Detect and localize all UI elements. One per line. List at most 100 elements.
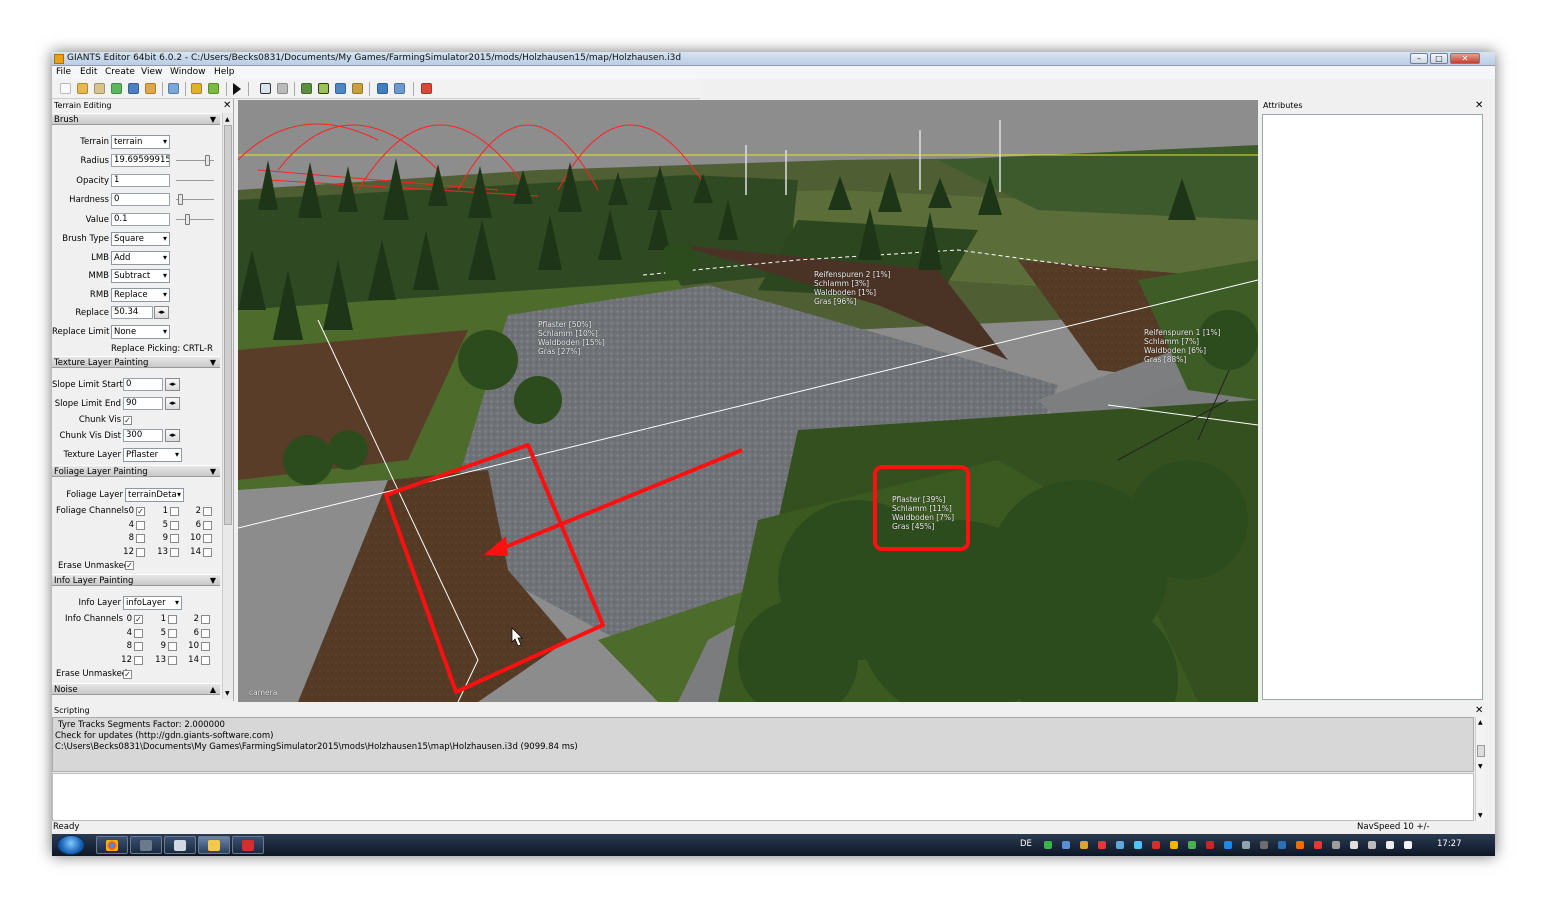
info-layer-section-header[interactable]: Info Layer Painting ▼ xyxy=(52,574,220,586)
settings-icon[interactable] xyxy=(394,83,405,94)
channel-14-checkbox[interactable] xyxy=(203,548,212,558)
hardness-input[interactable]: 0 xyxy=(111,193,170,206)
scripting-scrollbar[interactable]: ▲ ▼ ▼ xyxy=(1475,717,1486,821)
info-paint-icon[interactable] xyxy=(352,83,363,94)
tray-icon[interactable] xyxy=(1062,841,1070,849)
minimize-button[interactable]: – xyxy=(1410,53,1428,64)
undo-icon[interactable] xyxy=(191,83,202,94)
brush-section-header[interactable]: Brush ▼ xyxy=(52,113,220,125)
slope-start-input[interactable]: 0 xyxy=(123,378,163,391)
channel-4-checkbox[interactable] xyxy=(134,628,143,638)
channel-2-checkbox[interactable] xyxy=(203,507,212,516)
steam-taskbar-button[interactable] xyxy=(130,836,162,854)
tray-icon[interactable] xyxy=(1116,841,1124,849)
slope-start-spin-button[interactable]: ◂▸ xyxy=(165,378,180,391)
chunk-vis-dist-input[interactable]: 300 xyxy=(123,429,163,442)
open-file-icon[interactable] xyxy=(77,83,88,94)
channel-0-checkbox[interactable]: ✓ xyxy=(136,507,145,516)
channel-1-checkbox[interactable] xyxy=(168,615,177,624)
brush-type-select[interactable]: Square xyxy=(111,232,170,246)
tray-icon[interactable] xyxy=(1206,841,1214,849)
chunk-vis-dist-spin-button[interactable]: ◂▸ xyxy=(165,429,180,442)
channel-9-checkbox[interactable] xyxy=(170,534,179,544)
tray-icon[interactable] xyxy=(1260,841,1268,849)
opacity-input[interactable]: 1 xyxy=(111,174,170,187)
slope-end-spin-button[interactable]: ◂▸ xyxy=(165,397,180,410)
value-slider-track[interactable] xyxy=(176,219,214,220)
tray-icon[interactable] xyxy=(1134,841,1142,849)
channel-5-checkbox[interactable] xyxy=(168,628,177,638)
info-erase-unmasked-checkbox[interactable]: ✓ xyxy=(123,670,132,679)
channel-1-checkbox[interactable] xyxy=(170,507,179,516)
channel-4-checkbox[interactable] xyxy=(136,520,145,530)
foliage-paint-icon[interactable] xyxy=(335,83,346,94)
export-icon[interactable] xyxy=(145,83,156,94)
acrobat-taskbar-button[interactable] xyxy=(232,836,264,854)
clock[interactable]: 17:27 xyxy=(1437,839,1462,849)
opacity-slider-track[interactable] xyxy=(176,180,214,181)
menu-help[interactable]: Help xyxy=(214,67,235,77)
maximize-button[interactable]: □ xyxy=(1430,53,1448,64)
refresh-icon[interactable] xyxy=(111,83,122,94)
close-panel-button[interactable]: ✕ xyxy=(223,101,231,111)
tray-icon[interactable] xyxy=(1224,841,1232,849)
save-icon[interactable] xyxy=(128,83,139,94)
script-command-input[interactable] xyxy=(52,773,1474,821)
foliage-erase-unmasked-checkbox[interactable]: ✓ xyxy=(125,561,134,570)
tray-icon[interactable] xyxy=(1332,841,1340,849)
tray-icon[interactable] xyxy=(1368,841,1376,849)
tray-icon[interactable] xyxy=(1278,841,1286,849)
texture-layer-select[interactable]: Pflaster xyxy=(123,448,182,462)
channel-12-checkbox[interactable] xyxy=(136,548,145,558)
slope-end-input[interactable]: 90 xyxy=(123,397,163,410)
radius-input[interactable]: 19.69599915 xyxy=(111,154,170,167)
channel-5-checkbox[interactable] xyxy=(170,520,179,530)
channel-8-checkbox[interactable] xyxy=(136,534,145,544)
volume-icon[interactable] xyxy=(1404,841,1412,849)
lmb-select[interactable]: Add xyxy=(111,251,170,265)
channel-6-checkbox[interactable] xyxy=(203,520,212,530)
texture-layer-section-header[interactable]: Texture Layer Painting ▼ xyxy=(52,356,220,368)
channel-8-checkbox[interactable] xyxy=(134,642,143,652)
terrain-select[interactable]: terrain xyxy=(111,135,170,149)
close-window-button[interactable]: ✕ xyxy=(1450,53,1480,64)
tray-icon[interactable] xyxy=(1044,841,1052,849)
replace-input[interactable]: 50.34 xyxy=(111,306,153,319)
language-indicator[interactable]: DE xyxy=(1020,839,1032,849)
info-layer-select[interactable]: infoLayer xyxy=(123,596,182,610)
tray-icon[interactable] xyxy=(1098,841,1106,849)
noise-section-header[interactable]: Noise ▲ xyxy=(52,683,220,695)
select-tool-icon[interactable] xyxy=(260,83,271,94)
channel-12-checkbox[interactable] xyxy=(134,656,143,666)
mmb-select[interactable]: Subtract xyxy=(111,269,170,283)
channel-2-checkbox[interactable] xyxy=(201,615,210,624)
value-slider-thumb[interactable] xyxy=(185,214,190,225)
terrain-sculpt-icon[interactable] xyxy=(301,83,312,94)
tray-icon[interactable] xyxy=(1188,841,1196,849)
tray-icon[interactable] xyxy=(1170,841,1178,849)
channel-13-checkbox[interactable] xyxy=(170,548,179,558)
channel-10-checkbox[interactable] xyxy=(203,534,212,544)
close-scripting-button[interactable]: ✕ xyxy=(1475,706,1483,716)
foliage-layer-section-header[interactable]: Foliage Layer Painting ▼ xyxy=(52,465,220,477)
move-tool-icon[interactable] xyxy=(277,83,288,94)
script-log[interactable]: Tyre Tracks Segments Factor: 2.000000 Ch… xyxy=(52,717,1474,772)
plugin-icon[interactable] xyxy=(421,83,432,94)
panel-scrollbar-thumb[interactable] xyxy=(224,125,232,525)
network-icon[interactable] xyxy=(1386,841,1394,849)
folder-taskbar-button[interactable] xyxy=(198,836,230,854)
redo-icon[interactable] xyxy=(208,83,219,94)
title-bar[interactable]: GIANTS Editor 64bit 6.0.2 - C:/Users/Bec… xyxy=(52,52,1495,66)
menu-edit[interactable]: Edit xyxy=(80,67,97,77)
channel-0-checkbox[interactable]: ✓ xyxy=(134,615,143,624)
new-file-icon[interactable] xyxy=(60,83,71,94)
tray-icon[interactable] xyxy=(1350,841,1358,849)
replace-spin-button[interactable]: ◂▸ xyxy=(154,306,169,319)
explorer-taskbar-button[interactable] xyxy=(164,836,196,854)
foliage-layer-select[interactable]: terrainDeta xyxy=(125,488,184,502)
channel-13-checkbox[interactable] xyxy=(168,656,177,666)
radius-slider-thumb[interactable] xyxy=(205,155,210,166)
tray-icon[interactable] xyxy=(1152,841,1160,849)
3d-viewport[interactable]: Pflaster [50%] Schlamm [10%] Waldboden [15… xyxy=(238,100,1258,702)
scripting-scrollbar-thumb[interactable] xyxy=(1477,745,1485,757)
